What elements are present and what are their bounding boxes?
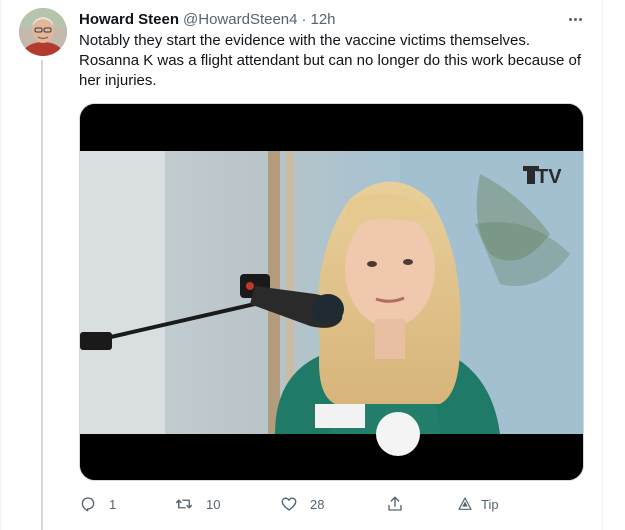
tweet-text-line: her injuries.	[79, 72, 157, 89]
tip-button[interactable]: Tip	[457, 493, 499, 515]
more-icon[interactable]	[562, 9, 588, 29]
tweet-header: Howard Steen @HowardSteen4 · 12h	[79, 9, 336, 29]
retweet-count: 10	[206, 496, 221, 512]
separator-dot: ·	[301, 10, 307, 28]
tweet-actions: 1 10 28 Tip	[79, 493, 509, 515]
column-border-right	[602, 0, 603, 530]
like-button[interactable]: 28	[280, 493, 324, 515]
reply-icon	[81, 497, 95, 512]
retweet-button[interactable]: 10	[174, 493, 220, 515]
column-border-left	[0, 0, 1, 530]
author-name[interactable]: Howard Steen	[79, 11, 179, 28]
tweet-text-line: Notably they start the evidence with the…	[79, 32, 531, 49]
media-video[interactable]: TV	[79, 103, 584, 481]
reply-count: 1	[109, 496, 117, 512]
more-dot	[578, 17, 582, 21]
thread-line	[41, 60, 43, 530]
like-count: 28	[310, 496, 325, 512]
svg-text:TV: TV	[536, 166, 562, 188]
reply-button[interactable]: 1	[79, 493, 116, 515]
tweet-text: Notably they start the evidence with the…	[79, 31, 599, 91]
avatar[interactable]	[19, 8, 67, 56]
author-handle[interactable]: @HowardSteen4	[183, 11, 297, 28]
share-icon	[388, 496, 402, 511]
timestamp[interactable]: 12h	[311, 11, 336, 28]
like-icon	[281, 497, 297, 511]
tip-label: Tip	[481, 496, 499, 512]
tip-icon	[458, 497, 472, 510]
more-dot	[573, 17, 577, 21]
more-dot	[568, 17, 572, 21]
tweet-text-line: Rosanna K was a flight attendant but can…	[79, 52, 581, 69]
share-button[interactable]	[386, 493, 404, 515]
retweet-icon	[175, 499, 193, 509]
